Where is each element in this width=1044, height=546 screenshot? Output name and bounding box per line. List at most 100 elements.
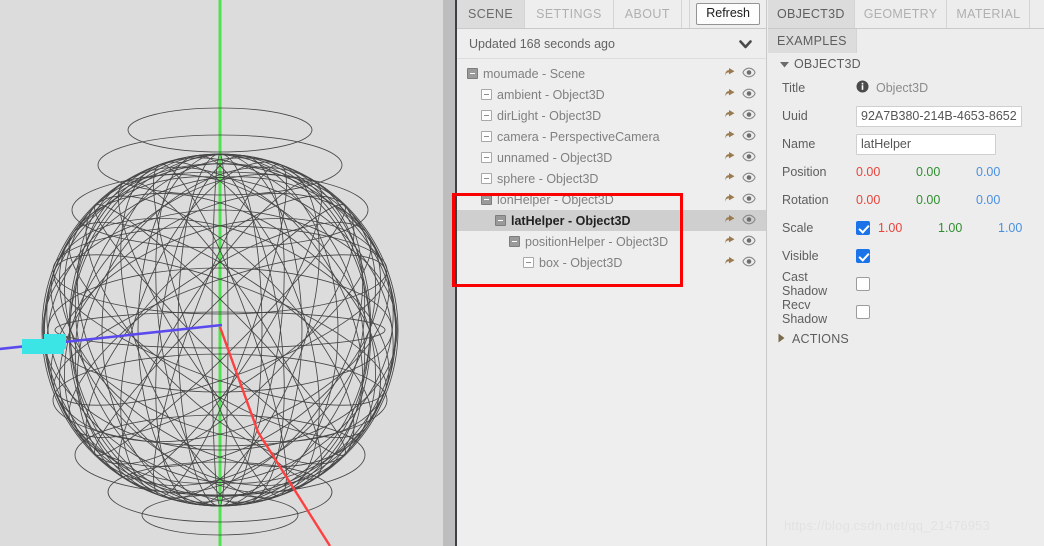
eye-visibility-icon[interactable] (742, 193, 756, 207)
tree-row[interactable]: unnamed - Object3D (457, 147, 766, 168)
tab-object3d[interactable]: OBJECT3D (768, 0, 855, 28)
tree-row-actions (724, 168, 756, 189)
tree-row[interactable]: moumade - Scene (457, 63, 766, 84)
title-value: Object3D (876, 81, 929, 95)
tab-scene[interactable]: SCENE (457, 0, 526, 28)
object3d-section-header[interactable]: OBJECT3D (768, 53, 1044, 74)
inspector-tabbar-secondary: EXAMPLES (768, 29, 1044, 53)
eye-visibility-icon[interactable] (742, 67, 756, 81)
prop-row-title: Title Object3D (768, 74, 1044, 102)
prop-row-recv-shadow: Recv Shadow (768, 298, 1044, 326)
focus-arrow-icon[interactable] (724, 87, 737, 102)
refresh-button[interactable]: Refresh (696, 3, 760, 25)
viewport-scrollbar[interactable] (440, 0, 455, 546)
focus-arrow-icon[interactable] (724, 66, 737, 81)
tree-row-actions (724, 126, 756, 147)
eye-visibility-icon[interactable] (742, 151, 756, 165)
outliner-panel: SCENE SETTINGS ABOUT Refresh Updated 168… (457, 0, 767, 546)
tab-about[interactable]: ABOUT (613, 0, 682, 28)
actions-section-header[interactable]: ACTIONS (768, 326, 1044, 346)
rotation-label: Rotation (782, 193, 829, 207)
actions-label: ACTIONS (792, 332, 849, 346)
tree-expand-toggle-icon[interactable] (467, 68, 478, 79)
eye-visibility-icon[interactable] (742, 172, 756, 186)
visible-label: Visible (782, 249, 819, 263)
tree-row-actions (724, 252, 756, 273)
tree-expand-toggle-icon[interactable] (481, 131, 492, 142)
focus-arrow-icon[interactable] (724, 171, 737, 186)
tab-settings[interactable]: SETTINGS (525, 0, 614, 28)
tree-expand-toggle-icon[interactable] (481, 152, 492, 163)
eye-visibility-icon[interactable] (742, 88, 756, 102)
3d-viewport[interactable] (0, 0, 440, 546)
scale-x[interactable]: 1.00 (878, 221, 938, 235)
tab-geometry[interactable]: GEOMETRY (855, 0, 948, 28)
tree-expand-toggle-icon[interactable] (523, 257, 534, 268)
focus-arrow-icon[interactable] (724, 108, 737, 123)
position-x[interactable]: 0.00 (856, 165, 916, 179)
eye-visibility-icon[interactable] (742, 130, 756, 144)
tree-row-label: sphere - Object3D (497, 171, 599, 186)
tree-expand-toggle-icon[interactable] (481, 173, 492, 184)
tree-expand-toggle-icon[interactable] (481, 89, 492, 100)
focus-arrow-icon[interactable] (724, 129, 737, 144)
eye-visibility-icon[interactable] (742, 235, 756, 249)
updated-status-text: Updated 168 seconds ago (469, 36, 615, 51)
scale-z[interactable]: 1.00 (998, 221, 1044, 235)
rotation-y[interactable]: 0.00 (916, 193, 976, 207)
tree-row[interactable]: dirLight - Object3D (457, 105, 766, 126)
outliner-tabbar: SCENE SETTINGS ABOUT Refresh (457, 0, 766, 29)
tab-material[interactable]: MATERIAL (947, 0, 1031, 28)
scale-y[interactable]: 1.00 (938, 221, 998, 235)
tree-row-label: box - Object3D (539, 255, 623, 270)
tree-expand-toggle-icon[interactable] (481, 194, 492, 205)
tree-row-label: ambient - Object3D (497, 87, 605, 102)
rotation-vector: 0.00 0.00 0.00 (856, 193, 1036, 207)
tree-row[interactable]: sphere - Object3D (457, 168, 766, 189)
viewport-scrollbar-thumb[interactable] (443, 0, 455, 546)
info-icon[interactable] (856, 80, 869, 96)
eye-visibility-icon[interactable] (742, 109, 756, 123)
tree-row[interactable]: latHelper - Object3D (457, 210, 766, 231)
object3d-section-title: OBJECT3D (794, 57, 861, 71)
cast-shadow-checkbox[interactable] (856, 277, 870, 291)
chevron-down-icon[interactable] (734, 33, 756, 55)
uuid-input[interactable] (856, 105, 1022, 127)
rotation-x[interactable]: 0.00 (856, 193, 916, 207)
tree-row[interactable]: lonHelper - Object3D (457, 189, 766, 210)
tree-row-actions (724, 231, 756, 252)
triangle-down-icon (780, 57, 789, 71)
tab-examples[interactable]: EXAMPLES (768, 29, 857, 53)
tree-expand-toggle-icon[interactable] (481, 110, 492, 121)
tree-row[interactable]: box - Object3D (457, 252, 766, 273)
tree-row[interactable]: positionHelper - Object3D (457, 231, 766, 252)
tree-expand-toggle-icon[interactable] (509, 236, 520, 247)
focus-arrow-icon[interactable] (724, 255, 737, 270)
position-z[interactable]: 0.00 (976, 165, 1036, 179)
scale-lock-checkbox[interactable] (856, 221, 870, 235)
prop-row-rotation: Rotation 0.00 0.00 0.00 (768, 186, 1044, 214)
prop-row-name: Name (768, 130, 1044, 158)
focus-arrow-icon[interactable] (724, 192, 737, 207)
inspector-tabbar: OBJECT3D GEOMETRY MATERIAL (768, 0, 1044, 29)
recv-shadow-checkbox[interactable] (856, 305, 870, 319)
tree-expand-toggle-icon[interactable] (495, 215, 506, 226)
rotation-z[interactable]: 0.00 (976, 193, 1036, 207)
focus-arrow-icon[interactable] (724, 150, 737, 165)
focus-arrow-icon[interactable] (724, 213, 737, 228)
name-input[interactable] (856, 133, 996, 155)
eye-visibility-icon[interactable] (742, 256, 756, 270)
tabbar-spacer (682, 0, 691, 28)
cast-shadow-label: Cast Shadow (782, 270, 828, 298)
position-y[interactable]: 0.00 (916, 165, 976, 179)
focus-arrow-icon[interactable] (724, 234, 737, 249)
tree-row-actions (724, 105, 756, 126)
eye-visibility-icon[interactable] (742, 214, 756, 228)
tree-row-label: unnamed - Object3D (497, 150, 613, 165)
tree-row[interactable]: camera - PerspectiveCamera (457, 126, 766, 147)
inspector-panel: OBJECT3D GEOMETRY MATERIAL EXAMPLES OBJE… (768, 0, 1044, 546)
recv-shadow-label: Recv Shadow (782, 298, 828, 326)
tree-row[interactable]: ambient - Object3D (457, 84, 766, 105)
visible-checkbox[interactable] (856, 249, 870, 263)
prop-row-uuid: Uuid (768, 102, 1044, 130)
